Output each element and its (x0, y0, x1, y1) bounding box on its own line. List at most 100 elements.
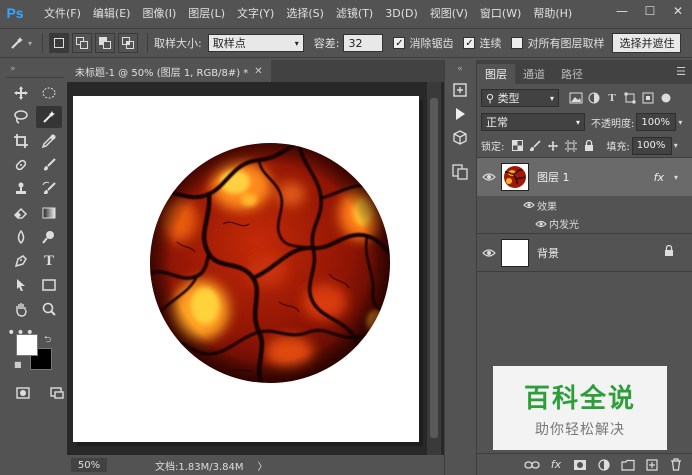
brush-tool-icon[interactable] (36, 154, 62, 176)
effects-group-row[interactable]: 效果 (477, 196, 692, 214)
menu-help[interactable]: 帮助(H) (527, 5, 578, 21)
chevron-down-icon[interactable]: ▾ (674, 173, 678, 182)
layer-name[interactable]: 图层 1 (537, 169, 570, 185)
minimize-button[interactable]: — (612, 3, 632, 19)
layer-thumbnail[interactable] (501, 238, 529, 267)
menu-image[interactable]: 图像(I) (136, 5, 182, 21)
link-layers-icon[interactable] (523, 457, 541, 473)
3d-panel-icon[interactable] (445, 126, 475, 150)
quick-mask-icon[interactable] (10, 382, 36, 404)
menu-layer[interactable]: 图层(L) (182, 5, 231, 21)
chevron-down-icon[interactable]: ▾ (28, 39, 32, 48)
new-selection-icon[interactable] (49, 33, 70, 53)
panel-menu-icon[interactable]: ☰ (676, 65, 686, 78)
move-tool-icon[interactable] (8, 82, 34, 104)
visibility-eye-icon[interactable] (533, 220, 549, 228)
blend-mode-select[interactable]: 正常 ▾ (481, 113, 585, 131)
anti-alias-checkbox[interactable]: ✓ (393, 37, 406, 49)
add-layer-style-icon[interactable]: fx (547, 457, 565, 473)
tab-channels[interactable]: 通道 (515, 64, 553, 84)
healing-brush-tool-icon[interactable] (8, 154, 34, 176)
contiguous-option[interactable]: ✓ 连续 (463, 35, 501, 51)
layer-row-background[interactable]: 背景 (477, 234, 692, 272)
lock-position-icon[interactable] (544, 138, 562, 154)
sample-size-select[interactable]: 取样点 ▾ (207, 34, 304, 52)
filter-kind-select[interactable]: ⚲ 类型 ▾ (481, 89, 559, 107)
scrollbar-thumb[interactable] (430, 98, 438, 438)
rectangle-tool-icon[interactable] (36, 274, 62, 296)
pixel-filter-icon[interactable] (567, 90, 585, 106)
toolbar-collapse-handle[interactable]: » (6, 60, 64, 78)
crop-tool-icon[interactable] (8, 130, 34, 152)
adjustment-filter-icon[interactable] (585, 90, 603, 106)
sample-all-option[interactable]: 对所有图层取样 (511, 35, 604, 51)
gradient-tool-icon[interactable] (36, 202, 62, 224)
chevron-down-icon[interactable]: ▾ (674, 141, 678, 150)
chevron-down-icon[interactable]: ▾ (678, 118, 682, 127)
elliptical-marquee-tool-icon[interactable] (36, 82, 62, 104)
history-panel-icon[interactable] (445, 78, 475, 102)
type-tool-icon[interactable]: T (36, 250, 62, 272)
menu-view[interactable]: 视图(V) (424, 5, 474, 21)
foreground-color-swatch[interactable] (16, 334, 38, 356)
eyedropper-tool-icon[interactable] (36, 130, 62, 152)
clone-stamp-tool-icon[interactable] (8, 178, 34, 200)
lasso-tool-icon[interactable] (8, 106, 34, 128)
close-icon[interactable]: ✕ (254, 66, 262, 77)
shape-filter-icon[interactable] (621, 90, 639, 106)
fill-input[interactable]: 100% (631, 136, 672, 155)
visibility-eye-icon[interactable] (477, 248, 501, 258)
eraser-tool-icon[interactable] (8, 202, 34, 224)
lock-transparent-icon[interactable] (508, 138, 526, 154)
path-selection-tool-icon[interactable] (8, 274, 34, 296)
type-filter-icon[interactable]: T (603, 90, 621, 106)
magic-wand-preset-icon[interactable] (6, 32, 28, 54)
vertical-scrollbar[interactable] (427, 82, 441, 455)
panel-collapse-icon[interactable]: « (445, 60, 475, 78)
canvas[interactable] (73, 96, 419, 442)
lock-pixels-icon[interactable] (526, 138, 544, 154)
lock-all-icon[interactable] (580, 138, 598, 154)
dodge-tool-icon[interactable] (36, 226, 62, 248)
blur-tool-icon[interactable] (8, 226, 34, 248)
layer-thumbnail[interactable] (501, 163, 529, 191)
menu-edit[interactable]: 编辑(E) (87, 5, 137, 21)
sample-all-checkbox[interactable] (511, 37, 524, 49)
adjustment-layer-icon[interactable] (595, 457, 613, 473)
maximize-button[interactable]: ☐ (640, 3, 660, 19)
menu-3d[interactable]: 3D(D) (379, 7, 424, 20)
lock-artboard-icon[interactable] (562, 138, 580, 154)
tab-layers[interactable]: 图层 (477, 64, 515, 84)
opacity-input[interactable]: 100% (636, 113, 677, 131)
filter-toggle-icon[interactable] (657, 90, 675, 106)
select-and-mask-button[interactable]: 选择并遮住 (612, 33, 682, 53)
menu-filter[interactable]: 滤镜(T) (330, 5, 379, 21)
status-menu-arrow[interactable]: 〉 (258, 458, 268, 473)
document-tab[interactable]: 未标题-1 @ 50% (图层 1, RGB/8#) * ✕ (67, 60, 271, 82)
tolerance-input[interactable]: 32 (343, 34, 384, 52)
smart-object-filter-icon[interactable] (639, 90, 657, 106)
hand-tool-icon[interactable] (8, 298, 34, 320)
zoom-tool-icon[interactable] (36, 298, 62, 320)
close-button[interactable]: ✕ (668, 3, 688, 19)
new-group-icon[interactable] (619, 457, 637, 473)
menu-window[interactable]: 窗口(W) (474, 5, 527, 21)
layer-name[interactable]: 背景 (537, 245, 559, 261)
zoom-level-field[interactable]: 50% (71, 458, 107, 472)
document-canvas-area[interactable] (67, 82, 444, 455)
actions-play-icon[interactable] (445, 102, 475, 126)
layer-effects-badge[interactable]: fx (654, 171, 664, 184)
intersect-selection-icon[interactable] (118, 33, 139, 53)
contiguous-checkbox[interactable]: ✓ (463, 37, 476, 49)
effect-row-inner-glow[interactable]: 内发光 (477, 214, 692, 234)
swap-colors-icon[interactable]: ⮌ (44, 332, 51, 348)
properties-panel-icon[interactable] (445, 160, 475, 184)
visibility-eye-icon[interactable] (477, 172, 501, 182)
anti-alias-option[interactable]: ✓ 消除锯齿 (393, 35, 453, 51)
new-layer-icon[interactable] (643, 457, 661, 473)
visibility-eye-icon[interactable] (521, 201, 537, 209)
pen-tool-icon[interactable] (8, 250, 34, 272)
delete-layer-icon[interactable] (667, 457, 685, 473)
layer-row-layer1[interactable]: 图层 1 fx ▾ (477, 158, 692, 196)
menu-file[interactable]: 文件(F) (38, 5, 87, 21)
